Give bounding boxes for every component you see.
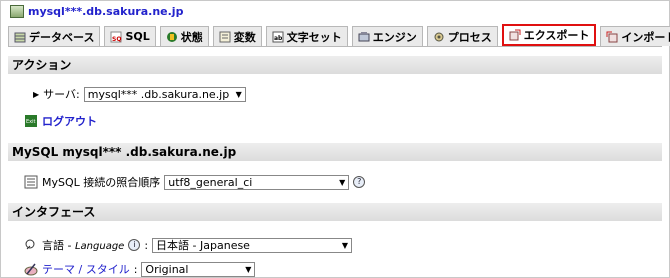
chevron-down-icon: ▼ [341,240,349,250]
tab-label: プロセス [447,30,492,44]
language-select-value: 日本語 - Japanese [156,238,250,252]
logout-link[interactable]: ログアウト [42,113,97,129]
collation-row: MySQL 接続の照合順序 utf8_general_ci ▼ ? [24,174,366,190]
theme-select[interactable]: Original ▼ [141,261,256,277]
server-icon [10,5,24,18]
chevron-down-icon: ▼ [235,89,242,99]
tab-export[interactable]: エクスポート [501,24,597,46]
theme-row: テーマ / スタイル : Original ▼ [24,261,256,277]
triangle-right-icon: ▶ [33,89,40,99]
charset-icon: ab [272,31,284,42]
tab-label: インポート [621,30,670,44]
language-label-en: Language [74,241,125,252]
tab-charsets[interactable]: ab 文字セット [265,26,348,46]
database-icon [14,32,26,42]
engine-icon [358,31,370,41]
tab-label: エンジン [372,30,417,44]
paint-brush-icon [24,263,38,276]
tab-status[interactable]: 状態 [159,26,209,46]
language-colon: : [144,238,149,252]
theme-link[interactable]: テーマ / スタイル [42,261,130,277]
exit-icon: Exit [25,115,37,127]
server-label: サーバ: [43,88,80,101]
collation-label: MySQL 接続の照合順序 [42,176,161,189]
help-icon[interactable]: ? [353,176,366,188]
server-select-row: ▶ サーバ: mysql*** .db.sakura.ne.jp ▼ [33,86,246,102]
server-select[interactable]: mysql*** .db.sakura.ne.jp ▼ [83,86,246,102]
language-icon [25,239,35,250]
language-row: 言語 - Language i : 日本語 - Japanese ▼ [24,237,353,253]
tab-label: データベース [29,30,95,44]
tab-label: SQL [125,30,150,43]
collation-select-value: utf8_general_ci [168,175,253,189]
tab-import[interactable]: インポート [600,26,670,46]
tab-label: 変数 [233,30,256,44]
tab-label: 文字セット [286,30,342,44]
mysql-heading: MySQL mysql*** .db.sakura.ne.jp [8,143,662,161]
actions-heading: アクション [8,56,662,74]
sql-icon: SQL [110,31,122,43]
interface-heading: インタフェース [8,203,662,221]
theme-select-value: Original [145,262,189,276]
export-icon [509,29,521,41]
chevron-down-icon: ▼ [339,177,346,187]
tab-label: エクスポート [523,29,590,42]
svg-text:SQL: SQL [112,36,122,43]
server-breadcrumb: mysql***.db.sakura.ne.jp [10,5,183,18]
tab-databases[interactable]: データベース [8,26,101,46]
chevron-down-icon: ▼ [245,264,252,274]
collation-select[interactable]: utf8_general_ci ▼ [164,174,350,190]
help-icon[interactable]: i [128,239,141,251]
logout-row: Exit ログアウト [24,113,97,129]
variables-icon [219,31,231,42]
svg-text:ab: ab [274,35,283,42]
tab-engines[interactable]: エンジン [351,26,423,46]
main-tabs: データベース SQL SQL 状態 変数 ab 文字セット エンジン プロセス … [8,24,670,46]
tab-underline [8,46,662,47]
language-label: 言語 - Language [42,239,125,252]
tab-processes[interactable]: プロセス [426,26,498,46]
tab-label: 状態 [180,30,203,44]
server-select-value: mysql*** .db.sakura.ne.jp [87,87,230,101]
language-select[interactable]: 日本語 - Japanese ▼ [152,237,353,253]
collation-icon [24,175,38,189]
import-icon [606,31,618,42]
tab-sql[interactable]: SQL SQL [104,26,156,46]
svg-text:Exit: Exit [26,119,36,125]
tab-variables[interactable]: 変数 [212,26,262,46]
server-link[interactable]: mysql***.db.sakura.ne.jp [28,5,183,18]
process-icon [434,32,444,41]
theme-separator: : [133,262,138,276]
status-icon [166,31,177,42]
